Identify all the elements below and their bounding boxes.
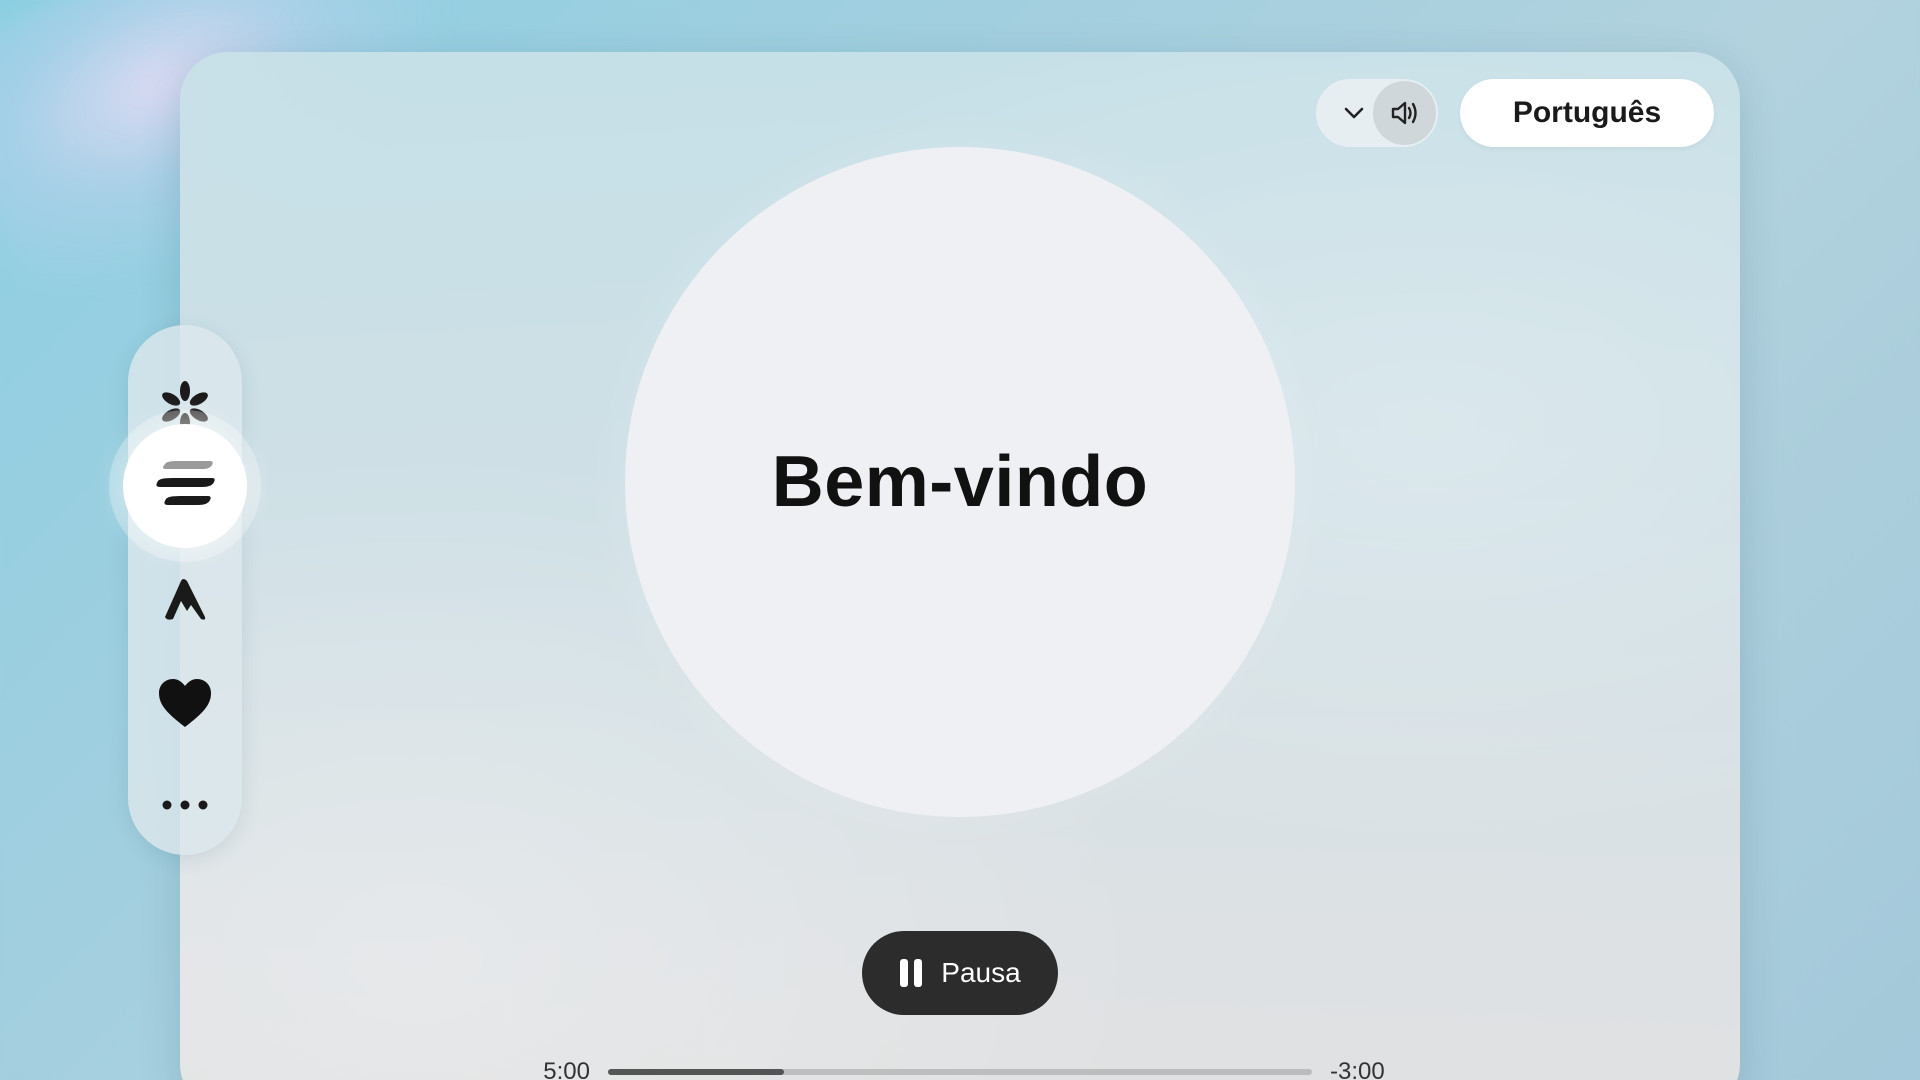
- progress-row: 5:00 -3:00: [530, 1052, 1390, 1080]
- progress-fill: [608, 1069, 784, 1075]
- top-controls: Português: [1316, 79, 1714, 147]
- remaining-time: -3:00: [1330, 1058, 1385, 1080]
- audio-control-pill: [1316, 79, 1438, 147]
- pause-icon: [900, 959, 923, 987]
- elapsed-time: 5:00: [543, 1058, 590, 1080]
- audio-expand-button[interactable]: [1334, 79, 1373, 147]
- sidebar-active-indicator: [123, 424, 247, 548]
- sidebar-item-favorites[interactable]: [128, 651, 242, 755]
- pause-label: Pausa: [941, 957, 1021, 988]
- volume-button[interactable]: [1373, 81, 1436, 145]
- app-window: Português Bem-vindo Pausa 5:00 -3:00: [180, 52, 1740, 1080]
- welcome-title: Bem-vindo: [771, 442, 1149, 522]
- welcome-circle: Bem-vindo: [625, 147, 1295, 817]
- sidebar-item-peak[interactable]: [128, 547, 242, 651]
- sidebar: [123, 325, 247, 855]
- pause-button[interactable]: Pausa: [862, 931, 1058, 1015]
- sidebar-item-waves[interactable]: [123, 424, 247, 548]
- progress-track[interactable]: [608, 1069, 1312, 1075]
- language-button[interactable]: Português: [1460, 79, 1714, 147]
- heart-icon: [159, 679, 211, 727]
- more-dots-icon: [162, 800, 208, 810]
- chevron-down-icon: [1344, 107, 1363, 119]
- wave-layers-icon: [156, 461, 215, 505]
- speaker-icon: [1391, 101, 1417, 125]
- peak-icon: [165, 579, 206, 620]
- sidebar-item-more[interactable]: [128, 755, 242, 855]
